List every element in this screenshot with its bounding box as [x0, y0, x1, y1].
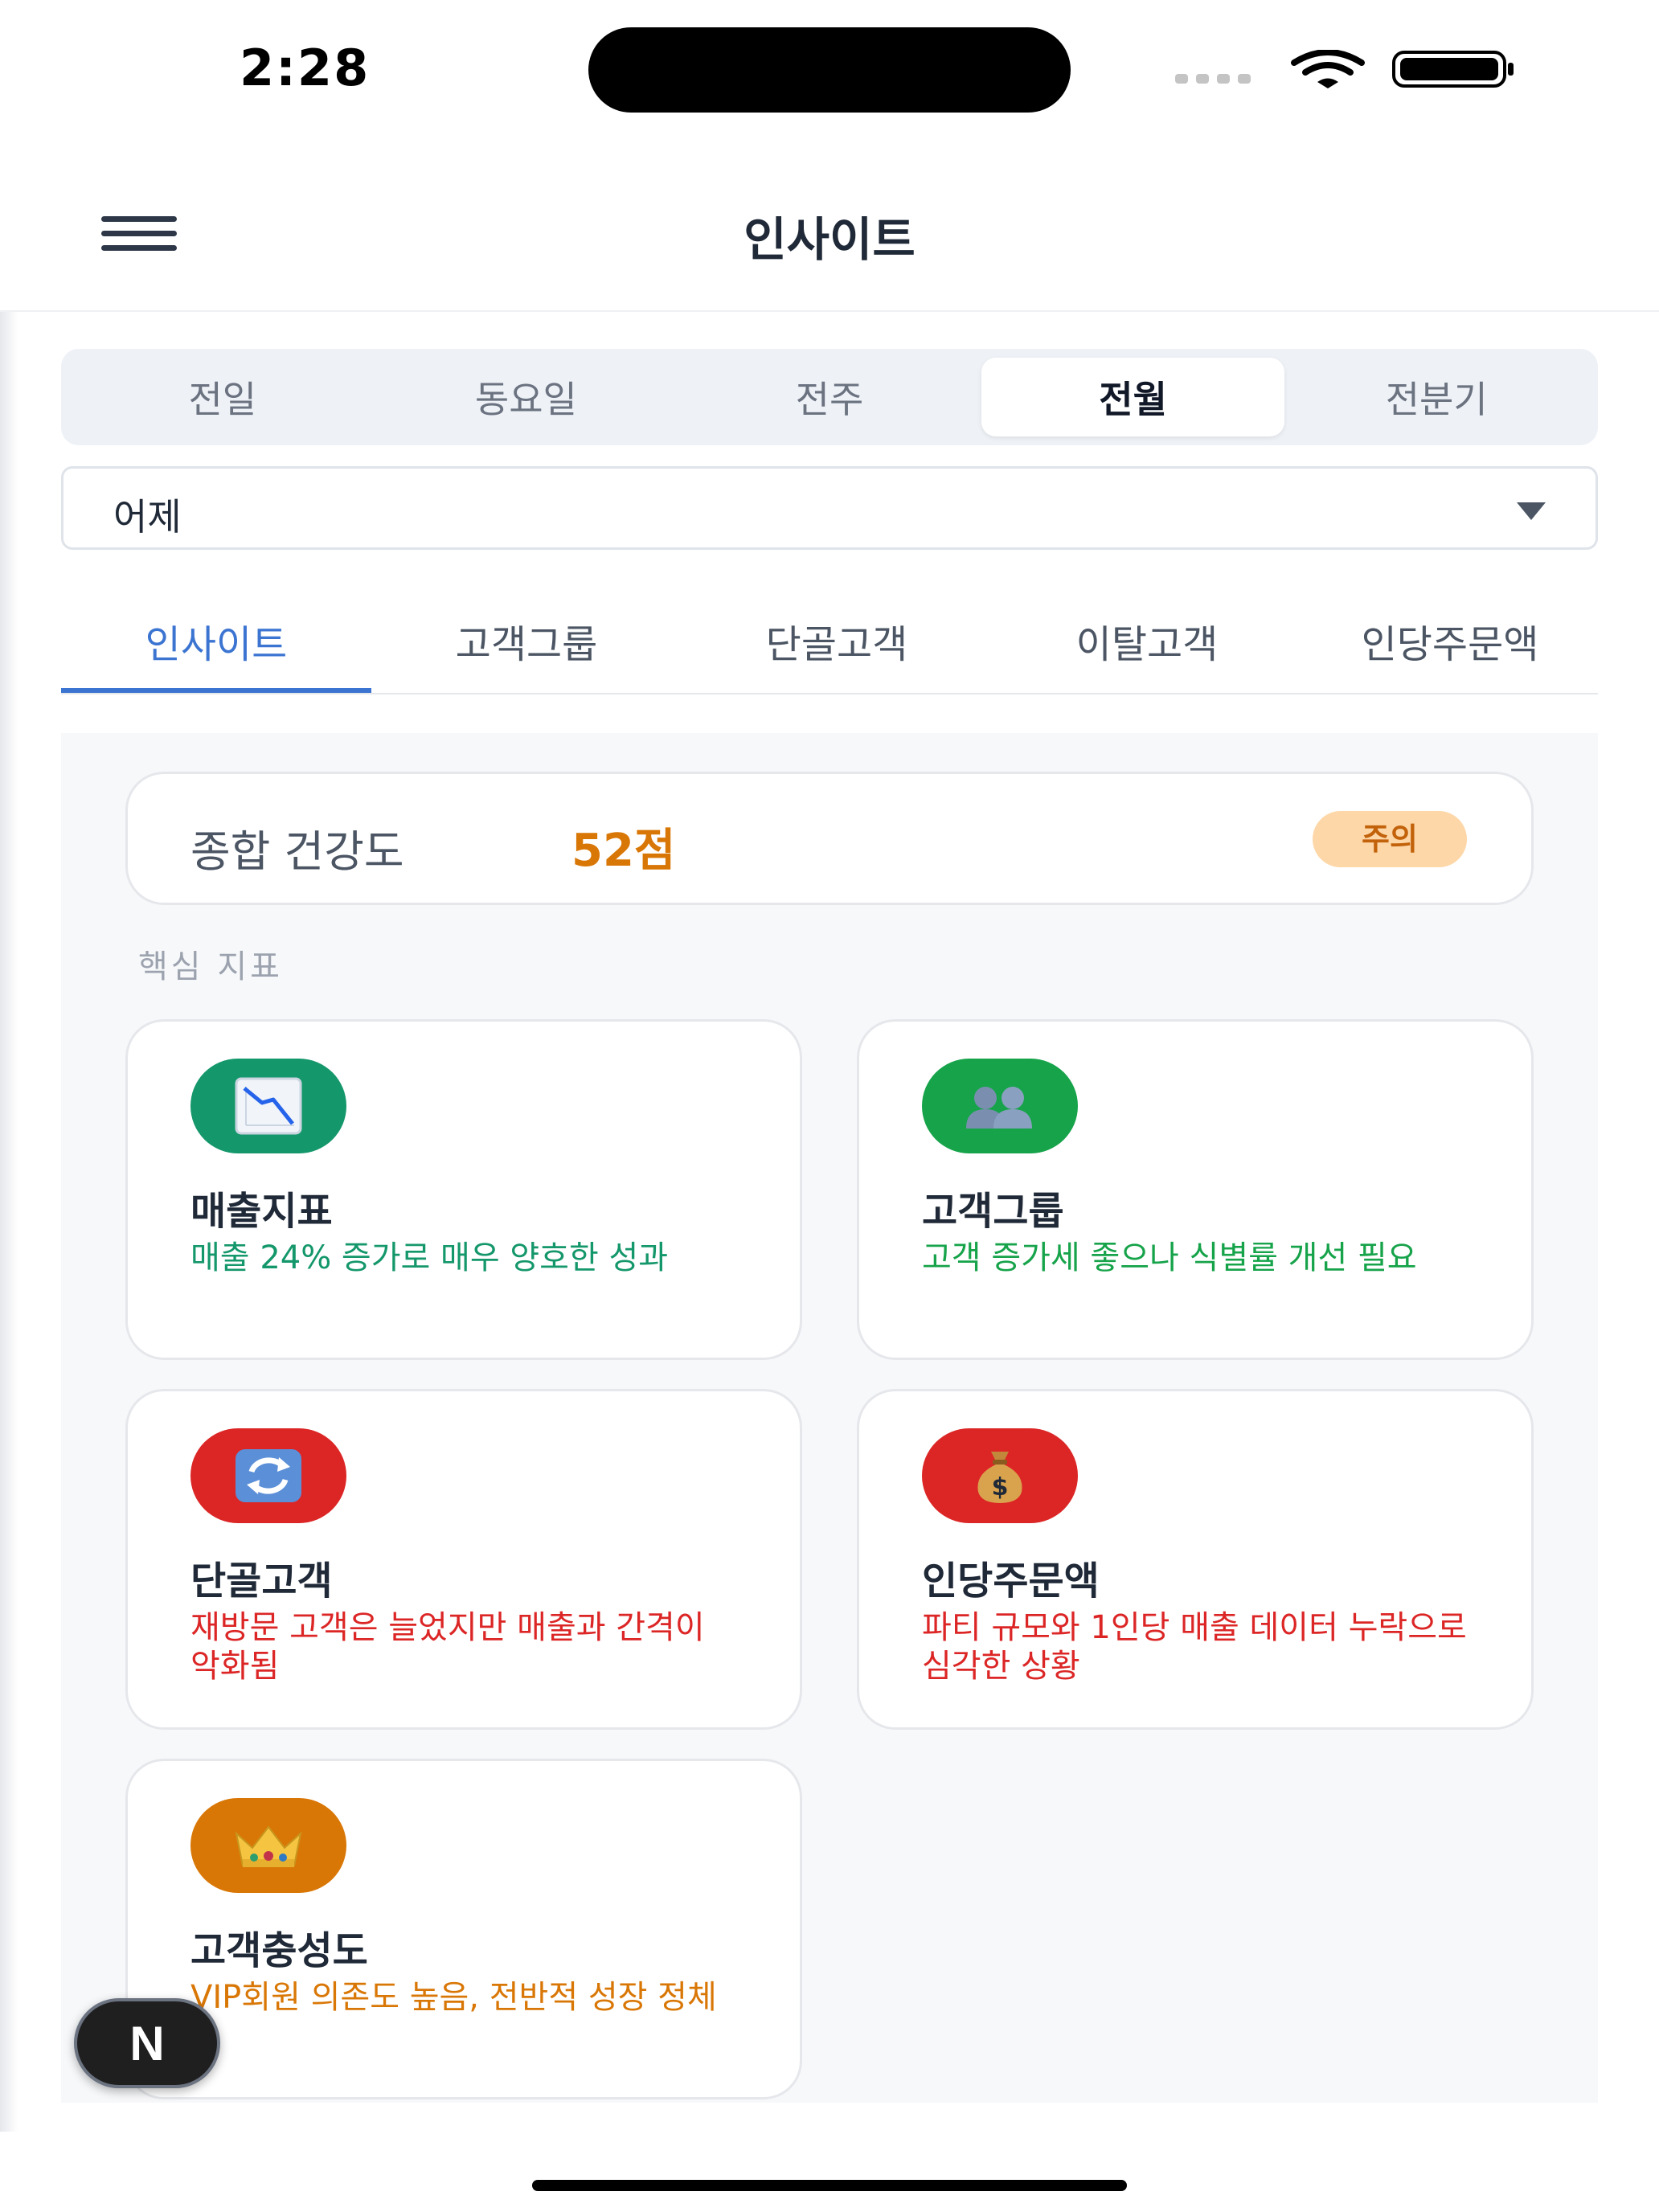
metric-description: 파티 규모와 1인당 매출 데이터 누락으로 심각한 상황: [922, 1609, 1467, 1685]
segment-prev-week[interactable]: 전주: [678, 358, 981, 436]
metric-card-loyalty[interactable]: 고객충성도 VIP회원 의존도 높음, 전반적 성장 정체: [125, 1759, 802, 2099]
dynamic-island: [588, 27, 1071, 113]
next-dev-indicator-button[interactable]: N: [74, 1998, 220, 2088]
comparison-segment-control: 전일 동요일 전주 전월 전분기: [61, 349, 1598, 445]
tab-insight[interactable]: 인사이트: [61, 612, 371, 693]
section-label-key-metrics: 핵심 지표: [138, 948, 283, 985]
segment-prev-quarter[interactable]: 전분기: [1284, 358, 1588, 436]
chart-down-icon: [190, 1059, 346, 1153]
status-bar: 2:28: [0, 0, 1659, 141]
insight-content: 종합 건강도 52점 주의 핵심 지표 매출지표 매출 24% 증가로 매우 양…: [61, 733, 1598, 2103]
health-status-badge: 주의: [1313, 811, 1467, 867]
overall-health-card: 종합 건강도 52점 주의: [125, 772, 1534, 905]
tab-order-per-person[interactable]: 인당주문액: [1302, 612, 1598, 693]
segment-prev-month[interactable]: 전월: [981, 358, 1285, 436]
battery-icon: [1392, 51, 1514, 88]
metric-card-sales[interactable]: 매출지표 매출 24% 증가로 매우 양호한 성과: [125, 1019, 802, 1360]
tab-customer-group[interactable]: 고객그룹: [371, 612, 682, 693]
metric-description: 매출 24% 증가로 매우 양호한 성과: [190, 1239, 669, 1276]
crown-icon: [190, 1798, 346, 1893]
health-label: 종합 건강도: [190, 826, 404, 877]
segment-same-weekday[interactable]: 동요일: [375, 358, 678, 436]
segment-prev-day[interactable]: 전일: [71, 358, 375, 436]
metric-description: 고객 증가세 좋으나 식별률 개선 필요: [922, 1239, 1417, 1276]
svg-text:$: $: [992, 1473, 1009, 1501]
tab-churned-customer[interactable]: 이탈고객: [992, 612, 1302, 693]
metric-title: 인당주문액: [922, 1559, 1100, 1604]
home-indicator[interactable]: [532, 2180, 1127, 2191]
metric-card-order-per-person[interactable]: $ 인당주문액 파티 규모와 1인당 매출 데이터 누락으로 심각한 상황: [857, 1389, 1534, 1730]
metric-title: 단골고객: [190, 1559, 333, 1604]
repeat-icon: [190, 1428, 346, 1523]
metric-description: VIP회원 의존도 높음, 전반적 성장 정체: [190, 1979, 717, 2016]
metric-card-customer-group[interactable]: 고객그룹 고객 증가세 좋으나 식별률 개선 필요: [857, 1019, 1534, 1360]
metric-title: 매출지표: [190, 1189, 333, 1234]
date-range-dropdown[interactable]: 어제: [61, 466, 1598, 550]
caret-down-icon: [1517, 502, 1546, 520]
people-icon: [922, 1059, 1078, 1153]
page-title: 인사이트: [743, 212, 916, 267]
insight-tabs: 인사이트 고객그룹 단골고객 이탈고객 인당주문액: [61, 595, 1598, 694]
dropdown-selected-value: 어제: [113, 495, 182, 539]
metric-title: 고객그룹: [922, 1189, 1064, 1234]
status-time: 2:28: [240, 39, 371, 97]
tab-regular-customer[interactable]: 단골고객: [682, 612, 992, 693]
active-tab-indicator: [61, 688, 371, 693]
fab-label: N: [129, 2016, 165, 2071]
metric-description: 재방문 고객은 늘었지만 매출과 간격이 악화됨: [190, 1609, 705, 1685]
metric-card-regular-customer[interactable]: 단골고객 재방문 고객은 늘었지만 매출과 간격이 악화됨: [125, 1389, 802, 1730]
metric-title: 고객충성도: [190, 1928, 368, 1973]
drawer-edge-shadow: [0, 141, 18, 2132]
health-score: 52점: [571, 825, 676, 877]
cellular-signal-icon: [1175, 74, 1251, 84]
wifi-icon: [1291, 50, 1365, 88]
money-bag-icon: $: [922, 1428, 1078, 1523]
app-header: 인사이트: [0, 141, 1659, 312]
